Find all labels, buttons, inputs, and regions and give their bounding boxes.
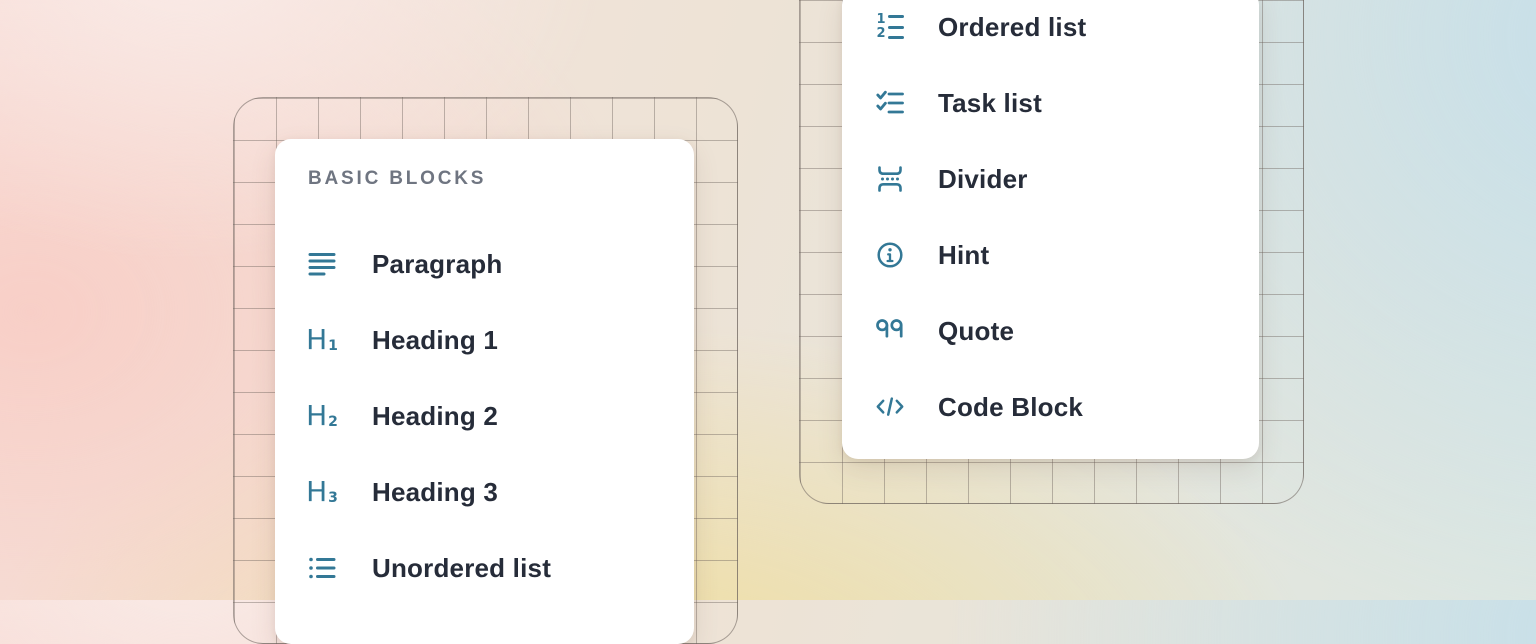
menu-item-paragraph[interactable]: Paragraph: [308, 226, 694, 302]
section-label-basic-blocks: BASIC BLOCKS: [308, 169, 694, 188]
hint-icon: [876, 241, 904, 269]
menu-item-unordered-list[interactable]: Unordered list: [308, 530, 694, 606]
menu-item-label: Paragraph: [372, 249, 502, 280]
menu-item-heading-3[interactable]: H3 Heading 3: [308, 454, 694, 530]
ordered-list-icon: 1 2: [876, 13, 904, 41]
heading-2-icon: H2: [308, 402, 336, 430]
menu-item-label: Heading 1: [372, 325, 498, 356]
code-block-icon: [876, 393, 904, 421]
menu-item-label: Code Block: [938, 392, 1083, 423]
menu-item-task-list[interactable]: Task list: [876, 65, 1259, 141]
menu-item-hint[interactable]: Hint: [876, 217, 1259, 293]
menu-item-label: Task list: [938, 88, 1042, 119]
menu-item-heading-1[interactable]: H1 Heading 1: [308, 302, 694, 378]
menu-item-divider[interactable]: Divider: [876, 141, 1259, 217]
divider-icon: [876, 165, 904, 193]
basic-blocks-menu-card: BASIC BLOCKS Paragraph H1 Heading 1 H2 H…: [275, 139, 694, 644]
menu-item-label: Quote: [938, 316, 1014, 347]
paragraph-icon: [308, 250, 336, 278]
task-list-icon: [876, 89, 904, 117]
heading-1-icon: H1: [308, 326, 336, 354]
quote-icon: [876, 317, 904, 345]
menu-item-label: Unordered list: [372, 553, 551, 584]
unordered-list-icon: [308, 554, 336, 582]
menu-item-label: Divider: [938, 164, 1028, 195]
hero-background: { "colors": { "icon_accent": "#337896", …: [0, 0, 1536, 600]
menu-item-label: Ordered list: [938, 12, 1086, 43]
menu-item-code-block[interactable]: Code Block: [876, 369, 1259, 445]
menu-item-label: Heading 2: [372, 401, 498, 432]
menu-item-quote[interactable]: Quote: [876, 293, 1259, 369]
menu-item-label: Heading 3: [372, 477, 498, 508]
menu-item-ordered-list[interactable]: 1 2 Ordered list: [876, 0, 1259, 65]
menu-item-heading-2[interactable]: H2 Heading 2: [308, 378, 694, 454]
blocks-menu-card-right: 1 2 Ordered list Task list: [842, 0, 1259, 459]
heading-3-icon: H3: [308, 478, 336, 506]
menu-item-label: Hint: [938, 240, 989, 271]
